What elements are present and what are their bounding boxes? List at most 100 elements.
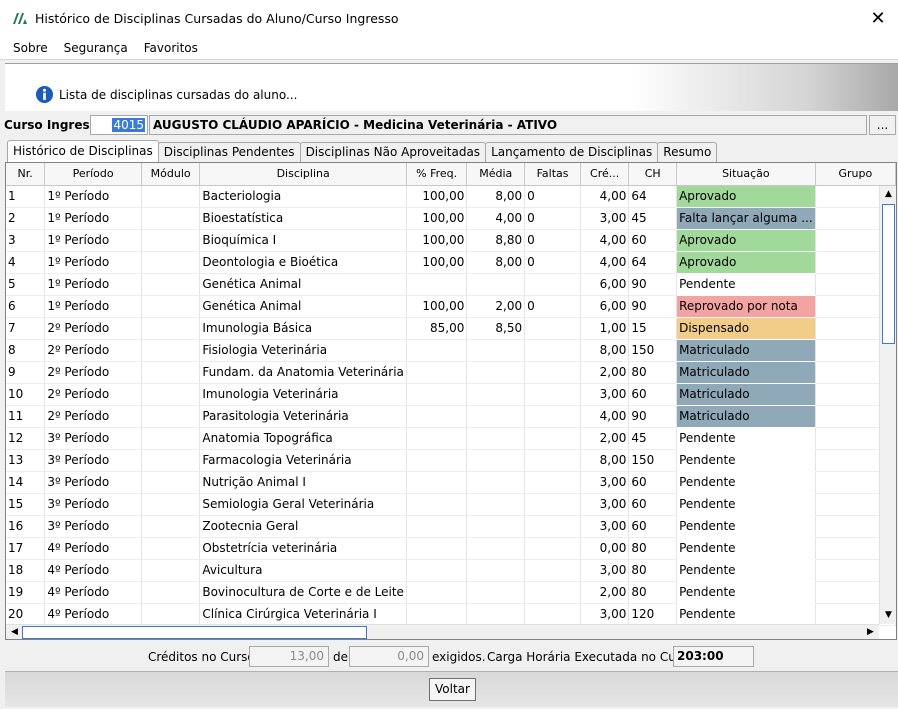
close-icon[interactable]: ✕ [864,4,892,32]
table-row[interactable]: 7 2º Período Imunologia Básica 85,00 8,50 1,0… [6,317,896,340]
column-header[interactable]: Faltas [524,163,581,186]
table-cell [406,471,468,494]
tab-lancamento[interactable]: Lançamento de Disciplinas [485,142,659,162]
table-cell [141,273,201,296]
table-cell: 1º Período [44,251,142,274]
table-cell: 4º Período [44,559,142,582]
table-row[interactable]: 19 4º Período Bovinocultura de Corte e de … [6,581,896,604]
table-cell: 15 [628,317,678,340]
scroll-down-arrow-icon[interactable]: ▼ [881,608,896,623]
column-header[interactable]: Média [466,163,526,186]
table-cell: Reprovado por nota [676,295,816,318]
table-row[interactable]: 11 2º Período Parasitologia Veterinária 4,0… [6,405,896,428]
table-cell: Dispensado [676,317,816,340]
table-row[interactable]: 13 3º Período Farmacologia Veterinária 8,00… [6,449,896,472]
column-header[interactable]: % Freq. [406,163,468,186]
table-row[interactable]: 17 4º Período Obstetrícia veterinária 0,00 8… [6,537,896,560]
table-cell [141,361,201,384]
curso-code-field[interactable]: 4015 [90,115,148,135]
horizontal-scroll-thumb[interactable] [22,626,367,639]
table-row[interactable]: 5 1º Período Genética Animal 6,00 90 Pendente [6,273,896,296]
table-cell: 45 [628,427,678,450]
disciplinas-grid: Nr. Período Módulo Disciplina% Freq. Média Fa… [5,162,897,640]
menu-seguranca[interactable]: Segurança [56,41,136,55]
scroll-up-arrow-icon[interactable]: ▲ [881,187,896,202]
table-row[interactable]: 9 2º Período Fundam. da Anatomia Veterinár… [6,361,896,384]
table-cell: Fisiologia Veterinária [199,339,407,362]
column-header[interactable]: Período [44,163,142,186]
table-cell [406,361,468,384]
column-header[interactable]: Módulo [141,163,201,186]
table-cell [524,581,581,604]
table-cell [466,449,526,472]
vertical-scrollbar[interactable]: ▲ ▼ [879,186,896,624]
table-cell: 1º Período [44,273,142,296]
table-cell: 0 [524,207,581,230]
table-cell: 3º Período [44,449,142,472]
table-cell [406,405,468,428]
table-cell: 15 [6,493,46,516]
table-cell: 1 [6,185,46,208]
scroll-left-arrow-icon[interactable]: ◀ [7,625,22,639]
column-header[interactable]: Situação [676,163,816,186]
table-cell [141,207,201,230]
table-cell [141,339,201,362]
table-cell: 90 [628,405,678,428]
table-row[interactable]: 1 1º Período Bacteriologia 100,00 8,00 0 4,00 6… [6,185,896,208]
table-cell [406,273,468,296]
table-cell: 1º Período [44,229,142,252]
column-header[interactable]: Cré... [580,163,630,186]
table-row[interactable]: 2 1º Período Bioestatística 100,00 4,00 0 3,00… [6,207,896,230]
table-row[interactable]: 10 2º Período Imunologia Veterinária 3,00 60… [6,383,896,406]
table-row[interactable]: 6 1º Período Genética Animal 100,00 2,00 0 6,0… [6,295,896,318]
table-cell: 3,00 [580,383,630,406]
table-row[interactable]: 14 3º Período Nutrição Animal I 3,00 60 Pende… [6,471,896,494]
window-title: Histórico de Disciplinas Cursadas do Alu… [35,10,399,26]
table-row[interactable]: 4 1º Período Deontologia e Bioética 100,00 8… [6,251,896,274]
curso-lookup-button[interactable]: ... [869,115,896,135]
table-cell [406,603,468,626]
table-cell [524,471,581,494]
column-header[interactable]: Grupo [815,163,896,186]
table-cell [466,493,526,516]
tab-pendentes[interactable]: Disciplinas Pendentes [157,142,301,162]
table-cell [524,603,581,626]
column-header[interactable]: CH [628,163,678,186]
table-cell [141,581,201,604]
tab-resumo[interactable]: Resumo [657,142,718,162]
menu-sobre[interactable]: Sobre [5,41,56,55]
scroll-right-arrow-icon[interactable]: ▶ [863,625,878,639]
table-cell: 3,00 [580,207,630,230]
table-cell: 6 [6,295,46,318]
app-logo-icon [13,13,27,24]
table-cell [524,273,581,296]
table-row[interactable]: 18 4º Período Avicultura 3,00 80 Pendente [6,559,896,582]
table-cell: 19 [6,581,46,604]
tab-historico[interactable]: Histórico de Disciplinas [7,140,159,162]
table-cell [141,603,201,626]
table-row[interactable]: 16 3º Período Zootecnia Geral 3,00 60 Pendent… [6,515,896,538]
table-cell [466,515,526,538]
title-bar: Histórico de Disciplinas Cursadas do Alu… [0,0,898,36]
table-cell: Pendente [676,581,816,604]
table-cell [466,603,526,626]
vertical-scroll-thumb[interactable] [882,204,895,344]
table-row[interactable]: 3 1º Período Bioquímica I 100,00 8,80 0 4,00 60… [6,229,896,252]
table-cell: Genética Animal [199,273,407,296]
column-header[interactable]: Disciplina [199,163,407,186]
horizontal-scrollbar[interactable]: ◀ ▶ [6,624,879,639]
table-cell: 64 [628,185,678,208]
table-cell: 13 [6,449,46,472]
table-cell: 6,00 [580,295,630,318]
table-row[interactable]: 8 2º Período Fisiologia Veterinária 8,00 150… [6,339,896,362]
column-header[interactable]: Nr. [6,163,46,186]
menu-favoritos[interactable]: Favoritos [136,41,206,55]
table-cell: 2º Período [44,361,142,384]
table-row[interactable]: 20 4º Período Clínica Cirúrgica Veterinári… [6,603,896,626]
tab-nao-aproveitadas[interactable]: Disciplinas Não Aproveitadas [299,142,487,162]
voltar-button[interactable]: Voltar [429,678,476,701]
table-row[interactable]: 15 3º Período Semiologia Geral Veterinária… [6,493,896,516]
table-row[interactable]: 12 3º Período Anatomia Topográfica 2,00 45 Pe… [6,427,896,450]
table-cell: 2 [6,207,46,230]
table-cell: 8,80 [466,229,526,252]
